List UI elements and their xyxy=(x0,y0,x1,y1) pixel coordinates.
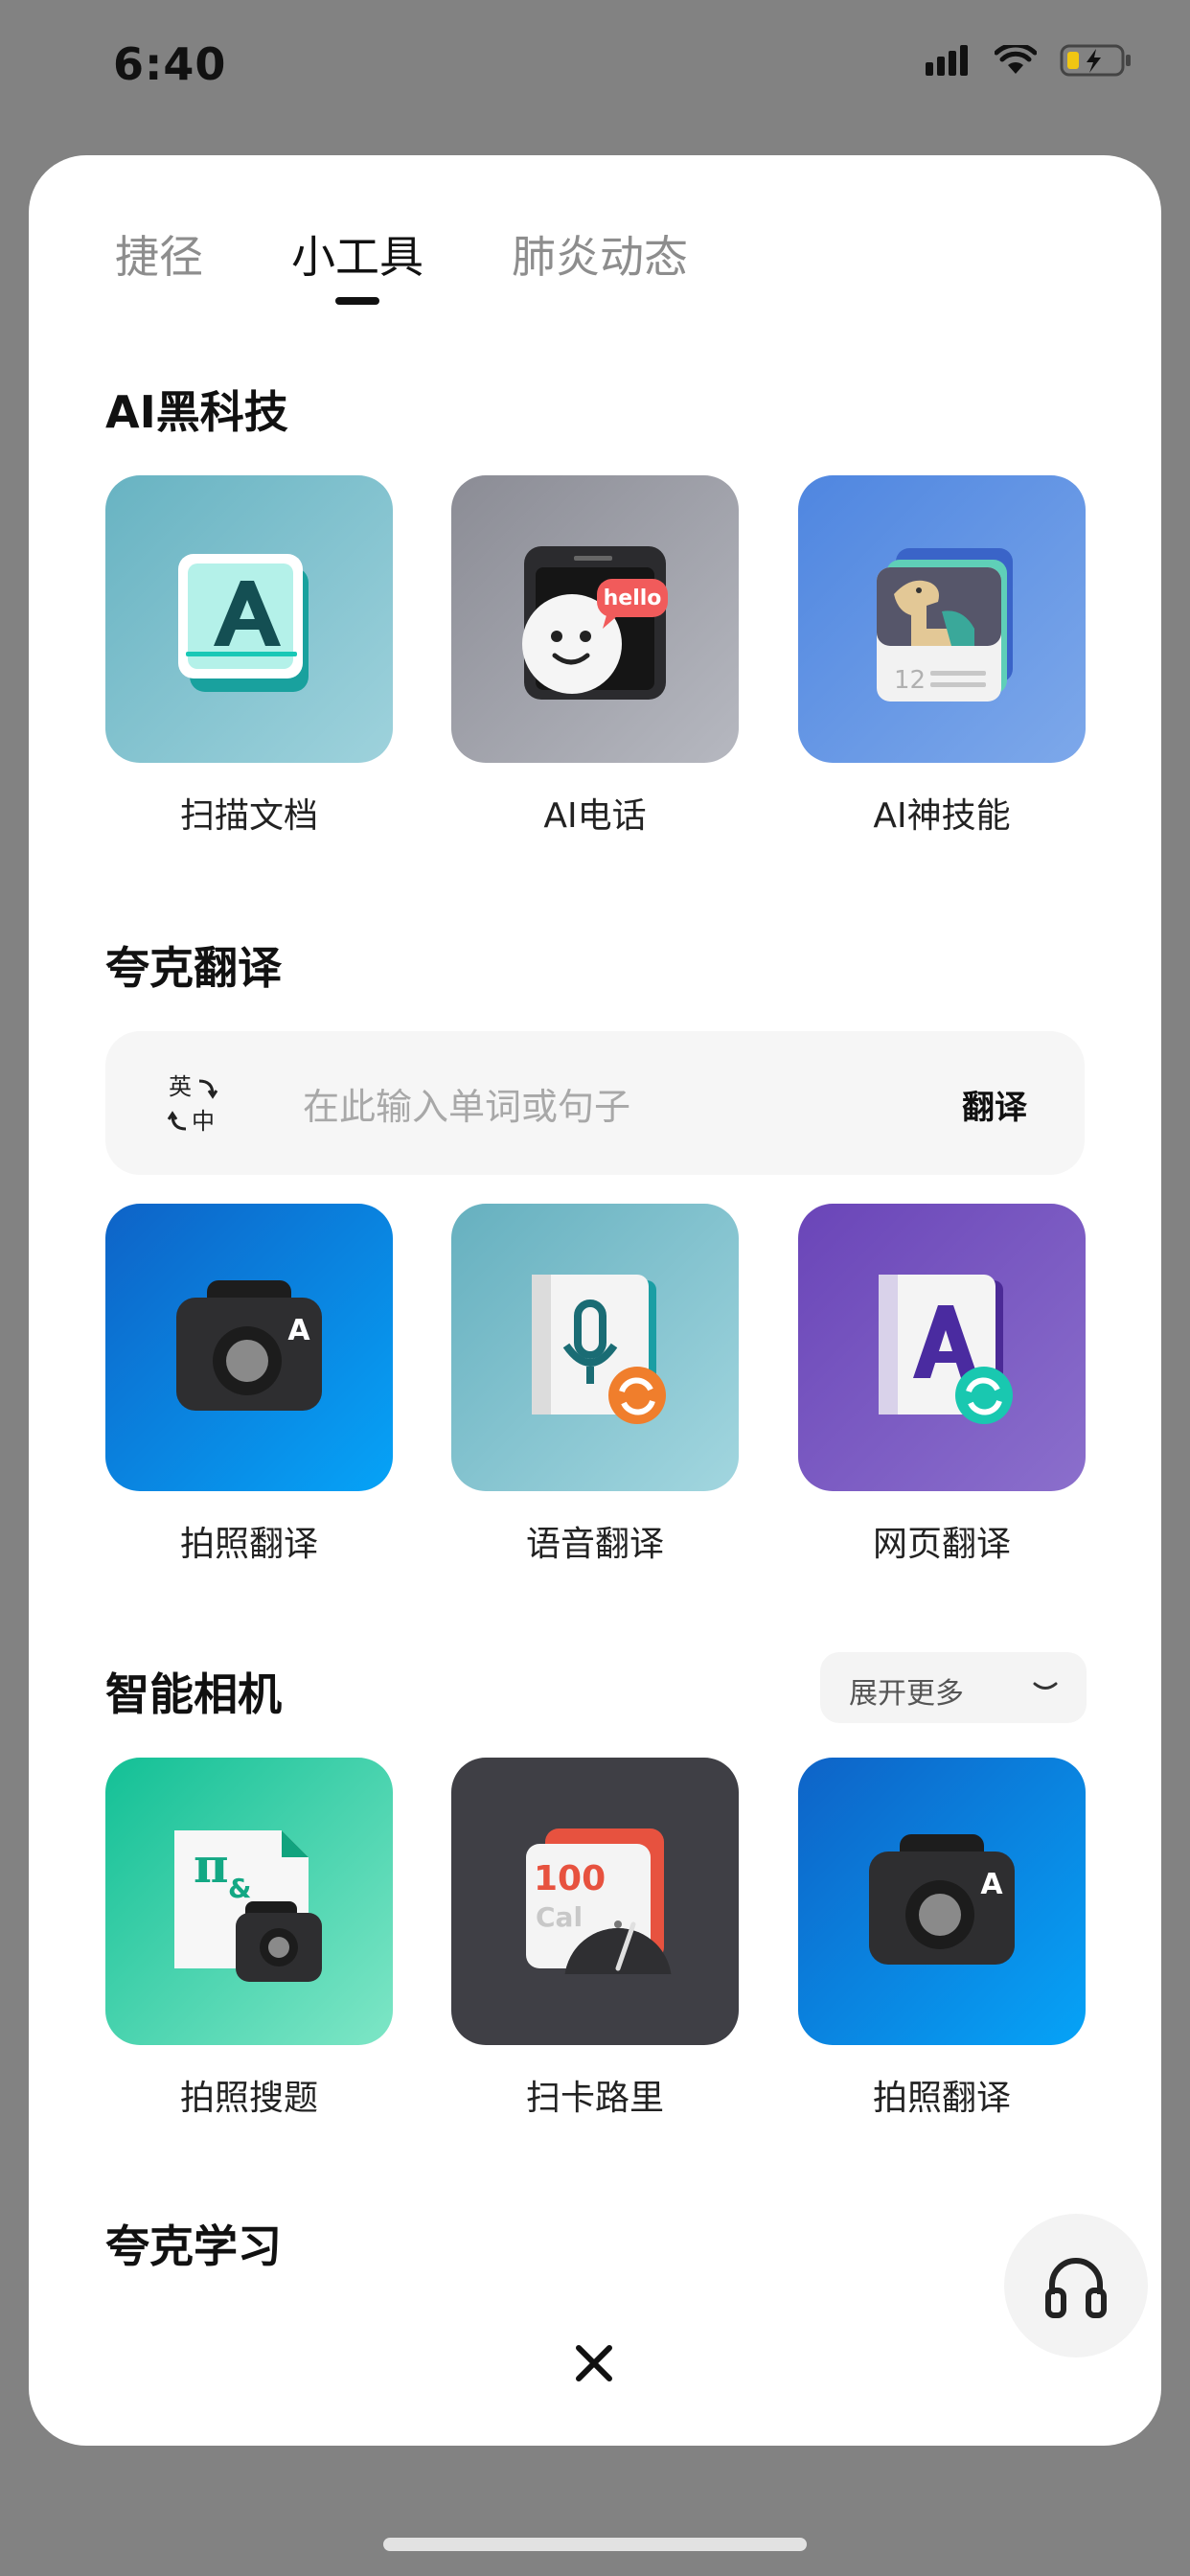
hello-badge-text: hello xyxy=(604,586,662,610)
section-title-ai: AI黑科技 xyxy=(105,386,288,438)
tab-shortcuts[interactable]: 捷径 xyxy=(115,222,203,318)
translate-button[interactable]: 翻译 xyxy=(962,1081,1027,1128)
translate-input-bar[interactable]: 英 中 在此输入单词或句子 翻译 xyxy=(105,1031,1085,1175)
tile-ai-skills[interactable]: 12 AI神技能 xyxy=(798,475,1086,838)
camera-badge-letter: A xyxy=(980,1868,1003,1901)
language-switch-icon[interactable]: 英 中 xyxy=(167,1071,224,1135)
translate-input-field[interactable]: 在此输入单词或句子 xyxy=(303,1077,630,1130)
camera-badge-letter: A xyxy=(287,1314,310,1347)
status-time: 6:40 xyxy=(113,38,227,90)
photo-search-question-icon: π & xyxy=(174,1830,322,1982)
tile-label: 拍照翻译 xyxy=(872,2079,1011,2118)
tile-scan-calorie[interactable]: 100 Cal 扫卡路里 xyxy=(451,1758,739,2120)
tile-label: AI神技能 xyxy=(873,796,1011,836)
tab-label: 肺炎动态 xyxy=(512,231,688,283)
voice-translate-icon xyxy=(532,1275,666,1424)
camera-translate-icon: A xyxy=(869,1834,1015,1965)
web-badge-letter: A xyxy=(798,1204,799,1205)
tile-voice-translate[interactable]: 语音翻译 xyxy=(451,1204,739,1566)
status-icons xyxy=(926,44,1133,77)
tile-label: 拍照搜题 xyxy=(179,2079,318,2118)
section-title-study: 夸克学习 xyxy=(105,2220,282,2272)
tile-photo-translate[interactable]: A 拍照翻译 xyxy=(105,1204,393,1566)
status-bar: 6:40 xyxy=(0,0,1190,134)
tab-bar: 捷径 小工具 肺炎动态 xyxy=(115,222,776,318)
source-language: 英 xyxy=(169,1073,192,1100)
headphones-button[interactable] xyxy=(1004,2214,1148,2358)
section-title-translate: 夸克翻译 xyxy=(105,942,282,994)
tile-label: 语音翻译 xyxy=(525,1525,664,1564)
scan-document-icon xyxy=(178,554,309,692)
chevron-down-icon xyxy=(1033,1682,1058,1690)
tile-scan-document[interactable]: 扫描文档 xyxy=(105,475,393,838)
scan-calorie-icon: 100 Cal xyxy=(490,1828,700,2045)
headphones-icon xyxy=(1045,2258,1107,2318)
camera-translate-icon: A xyxy=(176,1280,322,1411)
battery-charging-icon xyxy=(1060,44,1131,77)
tab-tools[interactable]: 小工具 xyxy=(291,222,423,318)
calorie-number: 100 xyxy=(534,1859,606,1898)
skills-number: 12 xyxy=(894,666,926,695)
ai-phone-icon: hello xyxy=(522,546,668,700)
ai-skills-icon: 12 xyxy=(877,548,1013,702)
web-translate-icon: A xyxy=(798,1204,1013,1424)
pi-glyph: π xyxy=(194,1837,229,1894)
close-icon[interactable] xyxy=(573,2342,615,2384)
wifi-icon xyxy=(995,45,1037,74)
tab-label: 小工具 xyxy=(291,231,423,283)
cellular-signal-icon xyxy=(926,45,968,76)
tile-label: AI电话 xyxy=(543,796,647,836)
tools-panel: 捷径 小工具 肺炎动态 AI黑科技 扫描文档 hello AI电话 12 AI神… xyxy=(29,155,1161,2446)
target-language: 中 xyxy=(192,1108,215,1135)
home-indicator[interactable] xyxy=(383,2538,807,2551)
active-tab-indicator xyxy=(335,297,379,305)
expand-more-button[interactable]: 展开更多 xyxy=(820,1652,1087,1723)
section-title-camera: 智能相机 xyxy=(105,1668,282,1720)
tile-label: 网页翻译 xyxy=(872,1525,1011,1564)
tile-label: 拍照翻译 xyxy=(179,1525,318,1564)
tab-pneumonia-news[interactable]: 肺炎动态 xyxy=(512,222,688,318)
tile-ai-phone[interactable]: hello AI电话 xyxy=(451,475,739,838)
calorie-unit: Cal xyxy=(536,1901,583,1933)
tile-label: 扫描文档 xyxy=(179,796,318,836)
ampersand-glyph: & xyxy=(228,1873,251,1904)
tile-label: 扫卡路里 xyxy=(525,2079,664,2118)
tile-photo-translate-2[interactable]: A 拍照翻译 xyxy=(798,1758,1086,2120)
expand-more-label: 展开更多 xyxy=(849,1677,964,1711)
tab-label: 捷径 xyxy=(115,231,203,283)
tile-photo-search[interactable]: π & 拍照搜题 xyxy=(105,1758,393,2120)
tile-web-translate[interactable]: A 网页翻译 xyxy=(798,1204,1086,1566)
